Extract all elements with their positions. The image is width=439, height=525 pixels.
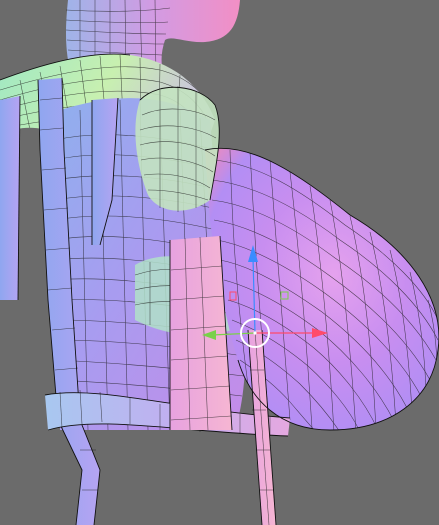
strap-left-1 bbox=[0, 95, 21, 301]
3d-viewport[interactable] bbox=[0, 0, 439, 525]
selected-vertex[interactable] bbox=[253, 331, 257, 335]
upper-shoulder-mesh bbox=[135, 86, 220, 212]
mesh-canvas[interactable] bbox=[0, 0, 439, 525]
